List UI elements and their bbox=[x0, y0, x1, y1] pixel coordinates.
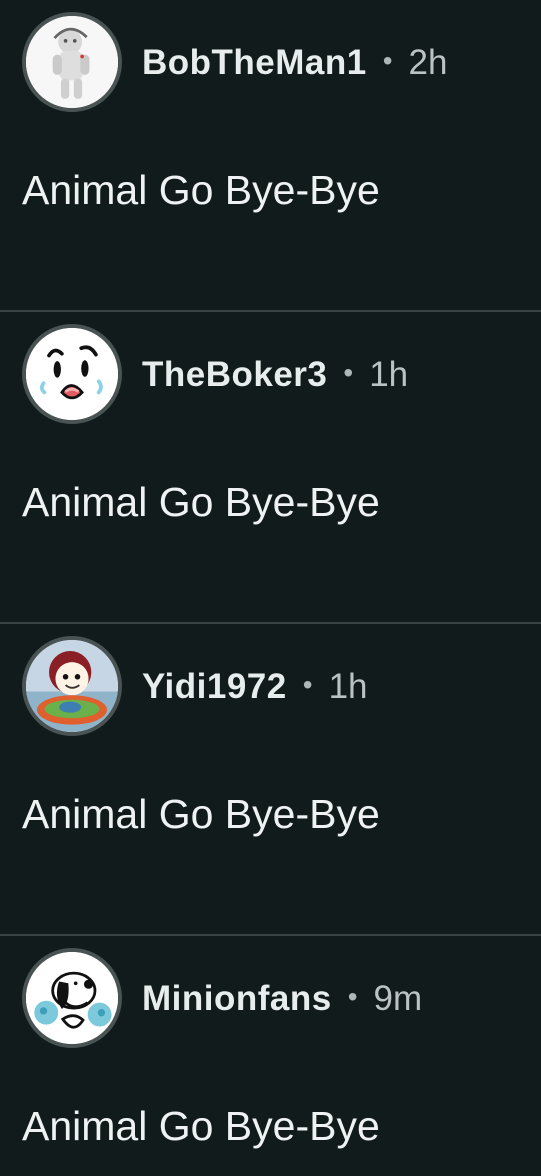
avatar[interactable] bbox=[22, 12, 122, 112]
separator-dot: • bbox=[302, 669, 313, 700]
comment-item: Minionfans • 9m Animal Go Bye-Bye bbox=[0, 936, 541, 1176]
cartoon-character-avatar-icon bbox=[26, 640, 118, 732]
comment-meta: Minionfans • 9m bbox=[142, 981, 422, 1016]
comment-text: Animal Go Bye-Bye bbox=[22, 479, 380, 525]
comment-text: Animal Go Bye-Bye bbox=[22, 1103, 380, 1149]
comment-header: TheBoker3 • 1h bbox=[22, 324, 408, 424]
comment-meta: Yidi1972 • 1h bbox=[142, 669, 368, 704]
username[interactable]: BobTheMan1 bbox=[142, 45, 367, 80]
username[interactable]: Minionfans bbox=[142, 981, 332, 1016]
avatar[interactable] bbox=[22, 636, 122, 736]
comment-meta: TheBoker3 • 1h bbox=[142, 357, 408, 392]
timestamp: 9m bbox=[373, 978, 423, 1018]
comment-text: Animal Go Bye-Bye bbox=[22, 791, 380, 837]
username[interactable]: TheBoker3 bbox=[142, 357, 327, 392]
comment-item: TheBoker3 • 1h Animal Go Bye-Bye bbox=[0, 312, 541, 624]
robot-figure-avatar-icon bbox=[26, 16, 118, 108]
comment-feed: BobTheMan1 • 2h Animal Go Bye-Bye TheBok… bbox=[0, 0, 541, 1176]
separator-dot: • bbox=[347, 981, 358, 1012]
avatar[interactable] bbox=[22, 324, 122, 424]
separator-dot: • bbox=[382, 45, 393, 76]
comment-item: Yidi1972 • 1h Animal Go Bye-Bye bbox=[0, 624, 541, 936]
comment-meta: BobTheMan1 • 2h bbox=[142, 45, 447, 80]
timestamp: 1h bbox=[369, 354, 409, 394]
comment-text: Animal Go Bye-Bye bbox=[22, 167, 380, 213]
avatar[interactable] bbox=[22, 948, 122, 1048]
comment-header: BobTheMan1 • 2h bbox=[22, 12, 447, 112]
timestamp: 1h bbox=[328, 666, 368, 706]
comment-header: Yidi1972 • 1h bbox=[22, 636, 368, 736]
separator-dot: • bbox=[343, 357, 354, 388]
snoopy-avatar-icon bbox=[26, 952, 118, 1044]
surprised-face-avatar-icon bbox=[26, 328, 118, 420]
comment-header: Minionfans • 9m bbox=[22, 948, 422, 1048]
username[interactable]: Yidi1972 bbox=[142, 669, 287, 704]
comment-item: BobTheMan1 • 2h Animal Go Bye-Bye bbox=[0, 0, 541, 312]
timestamp: 2h bbox=[408, 42, 448, 82]
